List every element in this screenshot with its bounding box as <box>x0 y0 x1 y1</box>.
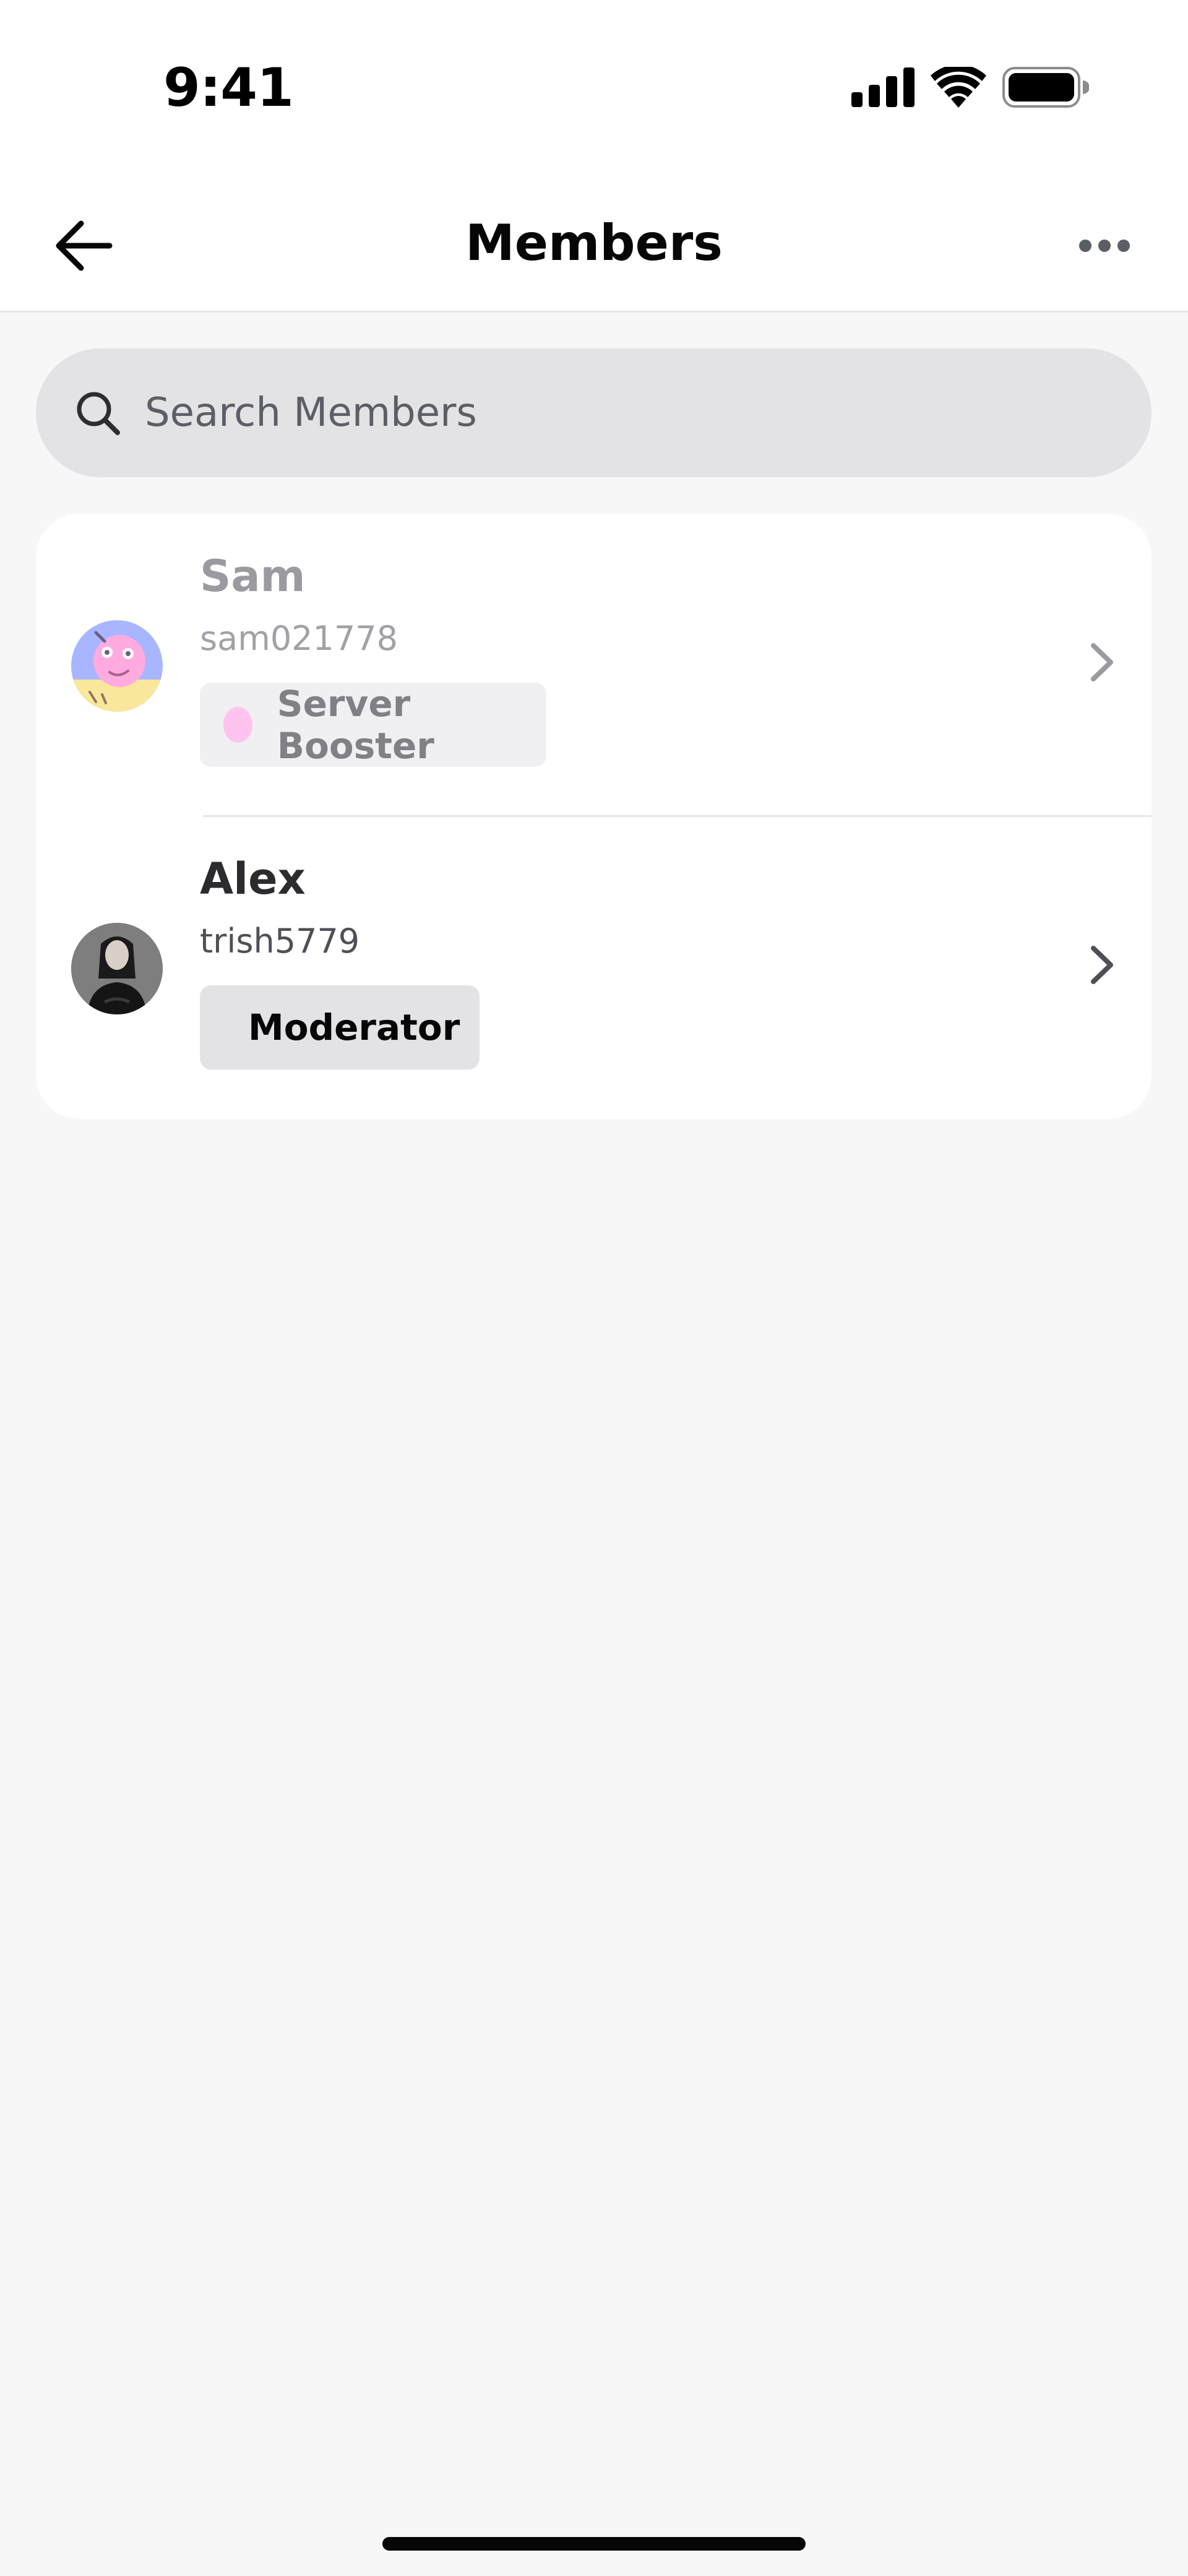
battery-icon <box>1002 67 1090 110</box>
role-label: Moderator <box>248 1006 460 1048</box>
search-input[interactable] <box>144 389 1074 436</box>
member-username: sam021778 <box>200 619 398 658</box>
member-row-alex[interactable]: Alex trish5779 Moderator <box>36 816 1151 1119</box>
more-horizontal-icon <box>1079 240 1130 252</box>
home-indicator <box>382 2537 806 2551</box>
role-label: Server Booster <box>277 683 434 767</box>
search-icon <box>73 388 123 438</box>
role-badge: Moderator <box>200 985 480 1070</box>
search-bar[interactable] <box>36 348 1151 477</box>
navigation-bar: Members <box>0 177 1188 313</box>
chevron-right-icon <box>1077 937 1127 993</box>
member-username: trish5779 <box>200 922 360 961</box>
status-icons <box>851 64 1090 110</box>
member-name: Alex <box>200 854 306 904</box>
role-color-dot <box>223 707 252 743</box>
member-name: Sam <box>200 551 306 602</box>
page-title: Members <box>465 214 723 272</box>
role-badge: Server Booster <box>200 683 546 767</box>
chevron-right-icon <box>1077 634 1127 690</box>
wifi-icon <box>931 64 986 110</box>
status-time: 9:41 <box>163 57 294 119</box>
cellular-signal-icon <box>851 67 915 110</box>
member-row-sam[interactable]: Sam sam021778 Server Booster <box>36 514 1151 817</box>
avatar <box>71 620 163 712</box>
status-bar: 9:41 <box>0 0 1188 177</box>
more-options-button[interactable] <box>1070 212 1138 280</box>
members-list: Sam sam021778 Server Booster Alex trish5… <box>36 514 1151 1119</box>
avatar <box>71 923 163 1014</box>
